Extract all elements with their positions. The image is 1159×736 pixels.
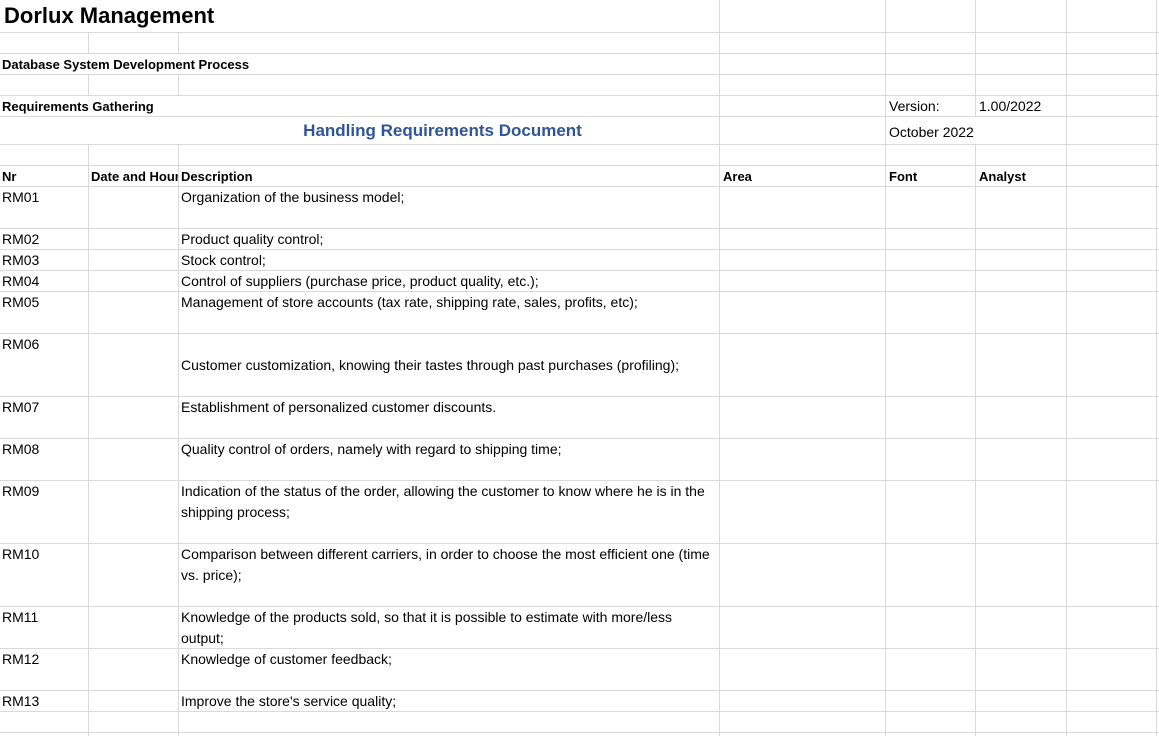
gridline (1066, 0, 1067, 736)
column-header-area[interactable]: Area (723, 166, 752, 187)
table-row-nr[interactable]: RM05 (2, 292, 39, 313)
table-row-description[interactable]: Knowledge of customer feedback; (181, 649, 392, 670)
version-value-cell[interactable]: 1.00/2022 (979, 96, 1041, 117)
column-header-nr[interactable]: Nr (2, 166, 16, 187)
table-row-nr[interactable]: RM09 (2, 481, 39, 502)
gridline (0, 690, 1159, 691)
table-row-description[interactable]: Organization of the business model; (181, 187, 404, 208)
date-cell[interactable]: October 2022 (889, 122, 974, 143)
table-row-description[interactable]: Management of store accounts (tax rate, … (181, 292, 638, 313)
table-row-nr[interactable]: RM08 (2, 439, 39, 460)
phase-cell[interactable]: Requirements Gathering (2, 96, 154, 117)
table-row-description[interactable]: Control of suppliers (purchase price, pr… (181, 271, 539, 292)
version-label-cell[interactable]: Version: (889, 96, 940, 117)
table-row-nr[interactable]: RM04 (2, 271, 39, 292)
gridline (0, 333, 1159, 334)
table-row-description[interactable]: Improve the store's service quality; (181, 691, 396, 712)
gridline (0, 711, 1159, 712)
sheet-title[interactable]: Dorlux Management (4, 2, 214, 30)
gridline (975, 0, 976, 736)
table-row-description[interactable]: Indication of the status of the order, a… (181, 481, 716, 523)
gridline (0, 32, 1159, 33)
gridline (0, 144, 1159, 145)
gridline (1156, 0, 1157, 736)
table-row-nr[interactable]: RM12 (2, 649, 39, 670)
gridline (0, 249, 1159, 250)
table-row-nr[interactable]: RM06 (2, 334, 39, 355)
gridline (0, 270, 1159, 271)
doc-title-cell[interactable]: Handling Requirements Document (0, 119, 885, 143)
gridline (0, 438, 1159, 439)
table-row-description[interactable]: Comparison between different carriers, i… (181, 544, 716, 586)
spreadsheet-grid[interactable]: Dorlux Management Database System Develo… (0, 0, 1159, 736)
table-row-nr[interactable]: RM02 (2, 229, 39, 250)
column-header-analyst[interactable]: Analyst (979, 166, 1026, 187)
gridline (0, 228, 1159, 229)
table-row-nr[interactable]: RM03 (2, 250, 39, 271)
column-header-description[interactable]: Description (181, 166, 253, 187)
table-row-nr[interactable]: RM10 (2, 544, 39, 565)
table-row-nr[interactable]: RM13 (2, 691, 39, 712)
gridline (0, 732, 1159, 733)
table-row-nr[interactable]: RM07 (2, 397, 39, 418)
table-row-nr[interactable]: RM11 (2, 607, 38, 628)
table-row-description[interactable]: Customer customization, knowing their ta… (181, 355, 679, 376)
gridline (885, 0, 886, 736)
column-header-date[interactable]: Date and Hour (91, 166, 178, 187)
table-row-description[interactable]: Product quality control; (181, 229, 323, 250)
table-row-description[interactable]: Establishment of personalized customer d… (181, 397, 496, 418)
gridline (0, 396, 1159, 397)
table-row-nr[interactable]: RM01 (2, 187, 39, 208)
table-row-description[interactable]: Quality control of orders, namely with r… (181, 439, 562, 460)
gridline (719, 0, 720, 736)
subtitle-cell[interactable]: Database System Development Process (2, 54, 249, 75)
column-header-font[interactable]: Font (889, 166, 917, 187)
table-row-description[interactable]: Stock control; (181, 250, 266, 271)
table-row-description[interactable]: Knowledge of the products sold, so that … (181, 607, 716, 649)
